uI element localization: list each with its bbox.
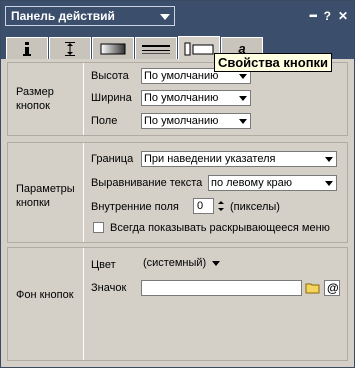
- margin-select[interactable]: По умолчанию: [141, 113, 251, 129]
- align-select[interactable]: по левому краю: [208, 175, 337, 191]
- panel-titlebar: Панель действий ▪▪▪ ? ✕: [1, 1, 354, 31]
- padding-input[interactable]: 0: [193, 198, 214, 214]
- params-section: Параметры кнопки Граница При наведении у…: [7, 142, 348, 243]
- tab-strip: a Свойства кнопки: [1, 31, 354, 72]
- tab-info[interactable]: [6, 37, 48, 59]
- border-select-value: При наведении указателя: [144, 153, 276, 165]
- chevron-down-icon: [322, 152, 336, 166]
- border-label: Граница: [91, 153, 134, 165]
- border-select[interactable]: При наведении указателя: [141, 151, 337, 167]
- always-show-checkbox[interactable]: [93, 222, 104, 233]
- align-label: Выравнивание текста: [91, 177, 203, 189]
- chevron-down-icon: [236, 114, 250, 128]
- params-section-title: Параметры кнопки: [16, 183, 75, 209]
- tab-gradient[interactable]: [92, 37, 134, 59]
- margin-select-value: По умолчанию: [144, 115, 219, 127]
- height-label: Высота: [91, 70, 129, 82]
- chevron-down-icon: [236, 91, 250, 105]
- padding-unit: (пикселы): [230, 201, 280, 213]
- padding-spinner[interactable]: [215, 198, 227, 214]
- padding-label: Внутренние поля: [91, 201, 179, 213]
- help-icon[interactable]: ?: [324, 9, 331, 23]
- action-panel: Панель действий ▪▪▪ ? ✕ a Свойства кнопк…: [0, 0, 355, 368]
- dots-icon[interactable]: ▪▪▪: [309, 11, 318, 22]
- gradient-icon: [100, 43, 126, 54]
- color-label: Цвет: [91, 259, 116, 271]
- color-select[interactable]: (системный): [141, 256, 223, 272]
- icon-path-input[interactable]: [141, 280, 302, 296]
- size-section-title: Размер кнопок: [16, 86, 54, 112]
- tab-lines[interactable]: [135, 37, 177, 59]
- panel-title-dropdown[interactable]: Панель действий: [5, 6, 175, 26]
- always-show-label: Всегда показывать раскрывающееся меню: [110, 222, 330, 234]
- button-properties-icon: [184, 42, 214, 55]
- close-icon[interactable]: ✕: [338, 9, 348, 23]
- margin-label: Поле: [91, 115, 118, 127]
- height-select-value: По умолчанию: [144, 70, 219, 82]
- folder-icon: [305, 283, 320, 294]
- width-select-value: По умолчанию: [144, 92, 219, 104]
- align-select-value: по левому краю: [211, 177, 293, 189]
- spinner-icon: [218, 201, 224, 211]
- at-icon: @: [327, 281, 339, 295]
- chevron-down-icon: [209, 256, 223, 270]
- width-select[interactable]: По умолчанию: [141, 90, 251, 106]
- icon-label: Значок: [91, 282, 127, 294]
- bg-section: Фон кнопок Цвет (системный) Значок @: [7, 247, 348, 361]
- tooltip: Свойства кнопки: [214, 53, 333, 72]
- panel-title: Панель действий: [11, 9, 115, 23]
- lines-icon: [142, 44, 170, 54]
- at-button[interactable]: @: [324, 280, 340, 296]
- info-icon: [23, 41, 31, 56]
- color-select-value: (системный): [143, 257, 207, 269]
- tab-spacing[interactable]: [49, 37, 91, 59]
- spacing-icon: [65, 41, 75, 56]
- bg-section-title: Фон кнопок: [16, 289, 74, 301]
- chevron-down-icon: [322, 176, 336, 190]
- size-section: Размер кнопок Высота По умолчанию Ширина…: [7, 62, 348, 136]
- width-label: Ширина: [91, 92, 132, 104]
- browse-folder-button[interactable]: [305, 280, 321, 296]
- chevron-down-icon: [160, 14, 170, 20]
